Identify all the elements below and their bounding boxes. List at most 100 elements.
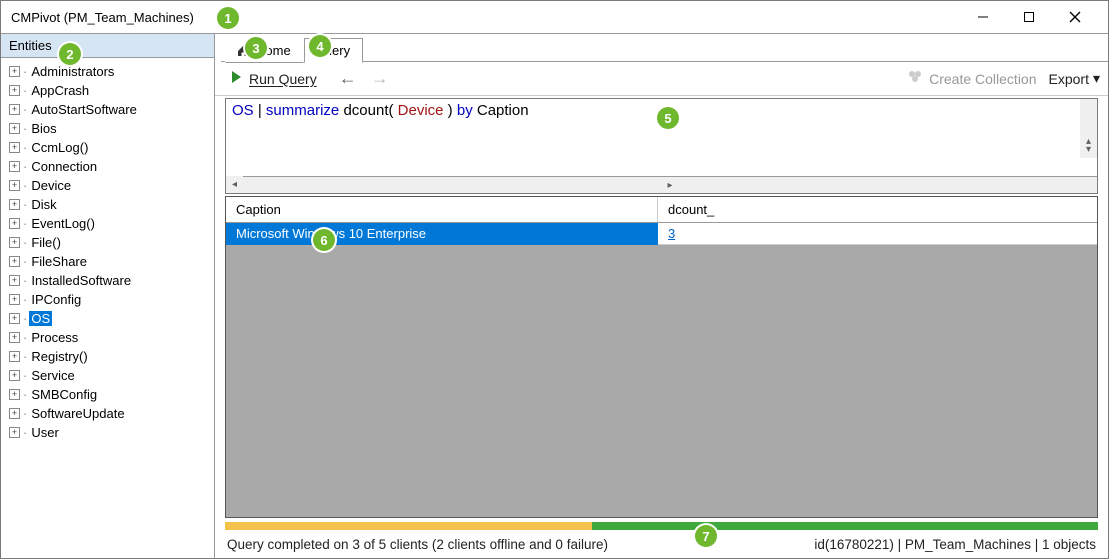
editor-scrollbar-horizontal[interactable]: ◂ ▸ [226,176,1097,193]
column-header-dcount[interactable]: dcount_ [658,197,1097,222]
entity-label: InstalledSoftware [29,273,133,288]
entity-label: File() [29,235,63,250]
column-header-caption[interactable]: Caption [226,197,658,222]
run-query-label: Run Query [249,71,317,87]
entity-item-connection[interactable]: +·Connection [3,157,212,176]
expand-icon[interactable]: + [9,85,20,96]
entity-item-os[interactable]: +·OS [3,309,212,328]
entities-tree[interactable]: +·Administrators+·AppCrash+·AutoStartSof… [1,58,214,558]
entity-item-autostartsoftware[interactable]: +·AutoStartSoftware [3,100,212,119]
window-title: CMPivot (PM_Team_Machines) [11,10,194,25]
query-toolbar: Run Query ← → Create Collection Export ▾ [215,62,1108,96]
expand-icon[interactable]: + [9,237,20,248]
entities-header: Entities [1,34,214,58]
expand-icon[interactable]: + [9,218,20,229]
run-query-button[interactable]: Run Query [223,66,323,91]
nav-forward-button[interactable]: → [371,68,389,89]
entity-item-installedsoftware[interactable]: +·InstalledSoftware [3,271,212,290]
entity-label: SMBConfig [29,387,99,402]
entity-label: IPConfig [29,292,83,307]
scroll-down-icon[interactable]: ▾ [1080,141,1097,158]
tree-connector-icon: · [23,368,27,383]
expand-icon[interactable]: + [9,370,20,381]
entity-item-service[interactable]: +·Service [3,366,212,385]
entity-item-administrators[interactable]: +·Administrators [3,62,212,81]
tree-connector-icon: · [23,178,27,193]
tree-connector-icon: · [23,140,27,155]
expand-icon[interactable]: + [9,256,20,267]
status-bar: Query completed on 3 of 5 clients (2 cli… [215,530,1108,558]
tree-connector-icon: · [23,197,27,212]
expand-icon[interactable]: + [9,408,20,419]
tree-connector-icon: · [23,273,27,288]
create-collection-button[interactable]: Create Collection [907,69,1036,88]
tree-connector-icon: · [23,64,27,79]
entity-item-ipconfig[interactable]: +·IPConfig [3,290,212,309]
entity-item-user[interactable]: +·User [3,423,212,442]
cell-dcount: 3 [658,223,1097,245]
expand-icon[interactable]: + [9,66,20,77]
progress-segment-pending [225,522,592,530]
entity-label: Device [29,178,73,193]
results-row[interactable]: Microsoft Windows 10 Enterprise 3 [226,223,1097,245]
maximize-button[interactable] [1006,2,1052,32]
entity-label: Connection [29,159,99,174]
expand-icon[interactable]: + [9,180,20,191]
annotation-badge-3: 3 [245,37,267,59]
entity-label: Administrators [29,64,116,79]
entity-item-eventlog[interactable]: +·EventLog() [3,214,212,233]
tree-connector-icon: · [23,216,27,231]
annotation-badge-4: 4 [309,35,331,57]
entity-item-file[interactable]: +·File() [3,233,212,252]
annotation-badge-6: 6 [313,229,335,251]
collection-icon [907,69,923,88]
dcount-link[interactable]: 3 [668,226,675,241]
annotation-badge-5: 5 [657,107,679,129]
scroll-left-icon[interactable]: ◂ [226,176,243,193]
entity-item-fileshare[interactable]: +·FileShare [3,252,212,271]
expand-icon[interactable]: + [9,275,20,286]
export-button[interactable]: Export ▾ [1049,70,1101,87]
expand-icon[interactable]: + [9,161,20,172]
entity-item-smbconfig[interactable]: +·SMBConfig [3,385,212,404]
tree-connector-icon: · [23,330,27,345]
entity-item-ccmlog[interactable]: +·CcmLog() [3,138,212,157]
expand-icon[interactable]: + [9,351,20,362]
entity-label: Service [29,368,76,383]
tree-connector-icon: · [23,406,27,421]
annotation-badge-1: 1 [217,7,239,29]
tree-connector-icon: · [23,387,27,402]
entity-item-disk[interactable]: +·Disk [3,195,212,214]
entity-label: SoftwareUpdate [29,406,126,421]
expand-icon[interactable]: + [9,427,20,438]
tree-connector-icon: · [23,121,27,136]
results-header-row: Caption dcount_ [226,197,1097,223]
entity-item-bios[interactable]: +·Bios [3,119,212,138]
status-message: Query completed on 3 of 5 clients (2 cli… [227,537,608,552]
entity-label: FileShare [29,254,89,269]
entity-label: OS [29,311,52,326]
entity-item-softwareupdate[interactable]: +·SoftwareUpdate [3,404,212,423]
entity-item-appcrash[interactable]: +·AppCrash [3,81,212,100]
scroll-right-icon[interactable]: ▸ [243,176,1097,193]
expand-icon[interactable]: + [9,313,20,324]
close-button[interactable] [1052,2,1098,32]
entity-item-registry[interactable]: +·Registry() [3,347,212,366]
expand-icon[interactable]: + [9,389,20,400]
expand-icon[interactable]: + [9,142,20,153]
entity-item-device[interactable]: +·Device [3,176,212,195]
expand-icon[interactable]: + [9,294,20,305]
entity-item-process[interactable]: +·Process [3,328,212,347]
dropdown-caret-icon: ▾ [1093,70,1100,87]
expand-icon[interactable]: + [9,123,20,134]
editor-scrollbar-vertical[interactable]: ▴ ▾ [1080,99,1097,158]
nav-back-button[interactable]: ← [339,68,357,89]
annotation-badge-7: 7 [695,525,717,547]
expand-icon[interactable]: + [9,104,20,115]
results-grid: Caption dcount_ Microsoft Windows 10 Ent… [225,196,1098,518]
tree-connector-icon: · [23,292,27,307]
minimize-button[interactable] [960,2,1006,32]
cell-caption: Microsoft Windows 10 Enterprise [226,223,658,245]
expand-icon[interactable]: + [9,199,20,210]
expand-icon[interactable]: + [9,332,20,343]
